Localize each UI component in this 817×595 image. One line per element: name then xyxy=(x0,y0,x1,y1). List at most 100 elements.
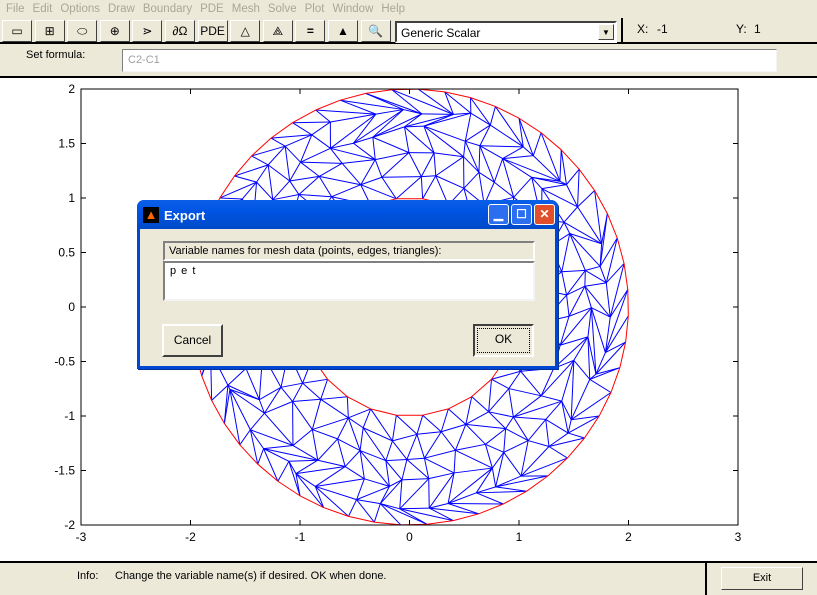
y-tick-label: -1.5 xyxy=(54,464,75,478)
centered-ellipse-button[interactable]: ⊕ xyxy=(100,20,130,42)
ok-button[interactable]: OK xyxy=(473,324,534,357)
mesh-edge xyxy=(504,452,521,476)
centered-ellipse-icon: ⊕ xyxy=(110,24,120,38)
boundary-edge xyxy=(324,508,349,517)
boundary-edge xyxy=(278,481,300,496)
boundary-icon: ∂Ω xyxy=(173,24,188,38)
rectangle-button[interactable]: ▭ xyxy=(2,20,32,42)
mesh-edge xyxy=(596,353,605,375)
init-mesh-icon: △ xyxy=(241,24,250,38)
mesh-edge xyxy=(528,441,549,447)
pde-button[interactable]: PDE xyxy=(198,20,228,42)
mesh-edge xyxy=(491,379,508,388)
mesh-edge xyxy=(541,133,560,181)
boundary-edge xyxy=(607,214,617,238)
mesh-edge xyxy=(448,409,465,424)
mesh-edge xyxy=(494,159,502,183)
boundary-edge xyxy=(579,169,594,190)
exit-button[interactable]: Exit xyxy=(721,567,803,590)
close-button[interactable]: ✕ xyxy=(534,204,555,225)
mesh-edge xyxy=(485,444,503,452)
mesh-edge xyxy=(319,163,342,176)
boundary-button[interactable]: ∂Ω xyxy=(165,20,195,42)
refine-mesh-button[interactable]: ⟁ xyxy=(263,20,293,42)
x-tick-label: 0 xyxy=(406,530,413,544)
divider xyxy=(705,563,707,595)
mesh-edge xyxy=(301,162,320,176)
mesh-edge xyxy=(360,428,363,451)
mesh-edge xyxy=(455,424,465,450)
mesh-edge xyxy=(494,182,513,197)
menu-solve[interactable]: Solve xyxy=(266,0,303,18)
menu-help[interactable]: Help xyxy=(379,0,411,18)
dialog-titlebar[interactable]: ▲ Export ▁ ☐ ✕ xyxy=(137,200,558,229)
zoom-button[interactable]: 🔍 xyxy=(361,20,391,42)
solve-button[interactable]: = xyxy=(295,20,325,42)
menu-edit[interactable]: Edit xyxy=(31,0,59,18)
mesh-edge xyxy=(318,460,345,466)
mesh-edge xyxy=(485,429,505,445)
mesh-edge xyxy=(424,126,465,141)
mesh-edge xyxy=(578,191,595,207)
init-mesh-button[interactable]: △ xyxy=(230,20,260,42)
mesh-edge xyxy=(271,138,285,146)
application-mode-select[interactable]: Generic Scalar ▼ xyxy=(395,21,617,43)
mesh-edge xyxy=(541,396,562,401)
mesh-edge xyxy=(299,195,332,197)
boundary-edge xyxy=(340,93,366,100)
mesh-edge xyxy=(417,432,441,435)
plot-button[interactable]: ▲ xyxy=(328,20,358,42)
menu-draw[interactable]: Draw xyxy=(106,0,141,18)
mesh-edge xyxy=(402,459,407,479)
maximize-button[interactable]: ☐ xyxy=(511,204,532,225)
centered-rectangle-button[interactable]: ⊞ xyxy=(35,20,65,42)
mesh-edge xyxy=(546,419,568,433)
menu-file[interactable]: File xyxy=(4,0,31,18)
boundary-edge xyxy=(628,290,629,316)
formula-input[interactable]: C2-C1 xyxy=(122,49,777,72)
mesh-edge xyxy=(455,444,485,450)
mesh-edge xyxy=(364,479,389,487)
mesh-edge xyxy=(315,486,356,499)
menu-boundary[interactable]: Boundary xyxy=(141,0,198,18)
mesh-edge xyxy=(252,156,269,165)
mesh-edge xyxy=(386,459,407,460)
minimize-button[interactable]: ▁ xyxy=(488,204,509,225)
menu-window[interactable]: Window xyxy=(330,0,379,18)
boundary-edge xyxy=(271,123,292,138)
mesh-edge xyxy=(330,114,376,122)
y-tick-label: 1 xyxy=(68,191,75,205)
mesh-edge xyxy=(380,504,427,525)
variable-names-input[interactable]: p e t xyxy=(163,261,535,301)
ellipse-button[interactable]: ⬭ xyxy=(67,20,97,42)
mesh-edge xyxy=(407,434,417,459)
mesh-edge xyxy=(606,238,617,283)
mesh-edge xyxy=(479,146,480,173)
mesh-edge xyxy=(595,191,602,244)
mesh-edge xyxy=(285,146,300,162)
chevron-down-icon[interactable]: ▼ xyxy=(598,24,614,40)
menu-options[interactable]: Options xyxy=(58,0,106,18)
boundary-edge xyxy=(258,464,278,481)
mesh-edge xyxy=(230,389,265,413)
menu-plot[interactable]: Plot xyxy=(303,0,331,18)
x-label: X: xyxy=(637,22,648,36)
cancel-button[interactable]: Cancel xyxy=(162,324,223,357)
mesh-edge xyxy=(489,389,509,412)
mesh-edge xyxy=(521,446,549,476)
mesh-edge xyxy=(528,419,546,440)
polygon-button[interactable]: ⋗ xyxy=(132,20,162,42)
menu-mesh[interactable]: Mesh xyxy=(230,0,266,18)
mesh-edge xyxy=(409,153,421,177)
menu-pde[interactable]: PDE xyxy=(198,0,230,18)
x-tick-label: 1 xyxy=(516,530,523,544)
mesh-edge xyxy=(292,123,311,135)
mesh-edge xyxy=(296,474,315,487)
mesh-edge xyxy=(228,368,246,385)
mesh-edge xyxy=(566,169,579,184)
dialog-title: Export xyxy=(164,208,205,223)
info-message: Change the variable name(s) if desired. … xyxy=(115,570,387,582)
mesh-edge xyxy=(489,379,492,412)
mesh-edge xyxy=(569,286,585,316)
mesh-edge xyxy=(480,146,503,159)
